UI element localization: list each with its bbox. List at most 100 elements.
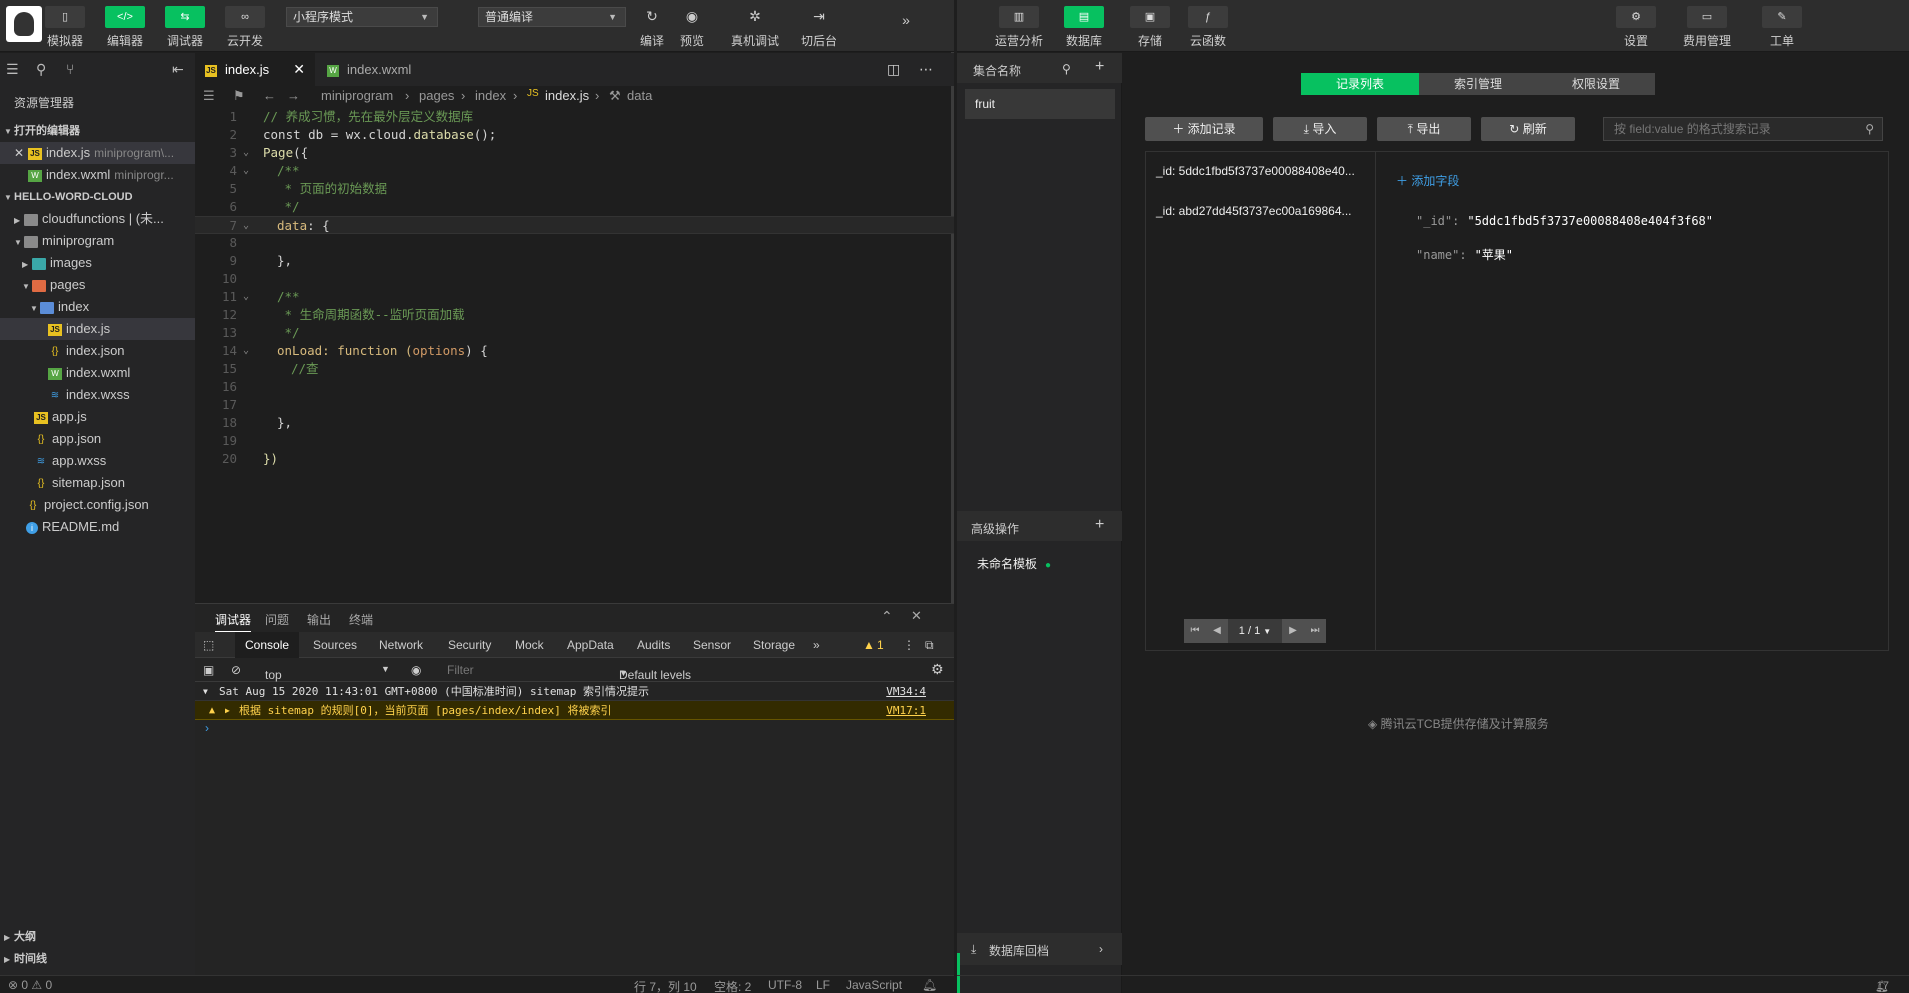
encoding[interactable]: UTF-8 xyxy=(768,978,802,992)
source-control-icon[interactable]: ⑂ xyxy=(66,61,74,77)
outline-section[interactable]: ▶ 大纲 xyxy=(0,926,195,948)
cloud-dev-button[interactable]: ∞ 云开发 xyxy=(220,4,270,48)
devtab-sensor[interactable]: Sensor xyxy=(693,632,731,658)
close-icon[interactable]: ✕ xyxy=(14,142,28,164)
code-editor[interactable]: 1// 养成习惯，先在最外层定义数据库 2 const db = wx.cloud… xyxy=(195,108,954,603)
eye-icon[interactable]: ◉ xyxy=(411,663,421,677)
tickets-button[interactable]: ✎ 工单 xyxy=(1757,4,1807,48)
devtab-security[interactable]: Security xyxy=(448,632,491,658)
problems-count[interactable]: ⊗ 0 ⚠ 0 xyxy=(8,978,52,992)
devtab-console[interactable]: Console xyxy=(235,632,300,658)
next-page-icon[interactable]: ▶ xyxy=(1282,619,1304,643)
tree-item-miniprogram[interactable]: ▼ miniprogram xyxy=(0,230,195,252)
open-editor-item[interactable]: ✕ JS index.js miniprogram\... xyxy=(0,142,195,164)
add-template-icon[interactable]: + xyxy=(1095,516,1104,534)
bell-icon[interactable]: 🔔︎ xyxy=(922,978,937,992)
devtab-audits[interactable]: Audits xyxy=(637,632,670,658)
avatar[interactable] xyxy=(6,6,42,42)
close-icon[interactable]: ✕ xyxy=(293,53,305,86)
back-arrow-icon[interactable]: ← xyxy=(263,88,276,103)
preview-button[interactable]: ◉ 预览 xyxy=(674,4,710,49)
kebab-menu-icon[interactable]: ⋮ xyxy=(903,632,915,658)
search-icon[interactable]: ⚲ xyxy=(1062,62,1071,76)
fold-icon[interactable]: ⌄ xyxy=(243,162,255,180)
devtab-sources[interactable]: Sources xyxy=(313,632,357,658)
more-icon[interactable]: ⋯ xyxy=(919,61,933,78)
settings-button[interactable]: ⚙ 设置 xyxy=(1611,4,1661,48)
fold-icon[interactable]: ⌄ xyxy=(243,144,255,162)
tree-item-project-config[interactable]: {} project.config.json xyxy=(0,494,195,516)
compile-mode-select[interactable]: 普通编译 ▼ xyxy=(478,7,626,27)
more-toolbar-button[interactable]: » xyxy=(894,8,918,32)
source-link[interactable]: VM17:1 xyxy=(886,701,926,720)
inspect-icon[interactable]: ⬚ xyxy=(203,632,214,658)
tree-item-index-folder[interactable]: ▼ index xyxy=(0,296,195,318)
tab-terminal[interactable]: 终端 xyxy=(349,611,373,628)
database-button[interactable]: ▤ 数据库 xyxy=(1059,4,1109,48)
tree-item-cloudfunctions[interactable]: ▶ cloudfunctions | (未... xyxy=(0,208,195,230)
add-field-button[interactable]: ＋ 添加字段 xyxy=(1396,172,1459,189)
open-editors-section[interactable]: ▼ 打开的编辑器 xyxy=(0,120,195,142)
tab-index-wxml[interactable]: Windex.wxml xyxy=(317,53,447,86)
record-item[interactable]: _id: abd27dd45f3737ec00a169864... xyxy=(1156,204,1352,218)
analytics-button[interactable]: ▥ 运营分析 xyxy=(989,4,1049,48)
refresh-button[interactable]: ↻ 刷新 xyxy=(1481,117,1575,141)
export-button[interactable]: ⤒ 导出 xyxy=(1377,117,1471,141)
close-icon[interactable]: ✕ xyxy=(911,608,922,624)
language-mode[interactable]: JavaScript xyxy=(846,978,902,992)
billing-button[interactable]: ▭ 费用管理 xyxy=(1677,4,1737,48)
explorer-icon[interactable]: ☰ xyxy=(6,61,19,78)
breadcrumb-item[interactable]: pages xyxy=(419,88,454,103)
tree-item-app-wxss[interactable]: ≋ app.wxss xyxy=(0,450,195,472)
fold-icon[interactable]: ⌄ xyxy=(243,342,255,360)
tab-problems[interactable]: 问题 xyxy=(265,611,289,628)
clear-console-icon[interactable]: ⊘ xyxy=(231,663,241,677)
fold-icon[interactable]: ⌄ xyxy=(243,288,255,306)
undock-icon[interactable]: ⧉ xyxy=(925,632,934,658)
tree-item-index-wxml[interactable]: Windex.wxml xyxy=(0,362,195,384)
filter-input[interactable]: Filter xyxy=(447,663,474,677)
tab-index-management[interactable]: 索引管理 xyxy=(1419,73,1537,95)
field-row[interactable]: "_id": "5ddc1fbd5f3737e00088408e404f3f68" xyxy=(1416,214,1713,228)
database-rollback-button[interactable]: ⤓ 数据库回档 › xyxy=(957,933,1122,965)
forward-arrow-icon[interactable]: → xyxy=(287,88,300,103)
simulator-button[interactable]: ▯ 模拟器 xyxy=(40,4,90,48)
prev-page-icon[interactable]: ◀ xyxy=(1206,619,1228,643)
devtab-appdata[interactable]: AppData xyxy=(567,632,614,658)
devtab-mock[interactable]: Mock xyxy=(515,632,544,658)
console-log-warning[interactable]: ▲ ▶ 根据 sitemap 的规则[0]，当前页面 [pages/index/… xyxy=(195,701,954,720)
debugger-button[interactable]: ⇆ 调试器 xyxy=(160,4,210,48)
compile-button[interactable]: ↻ 编译 xyxy=(634,4,670,49)
warning-icon[interactable]: ▲ xyxy=(863,632,875,658)
tree-item-images[interactable]: ▶ images xyxy=(0,252,195,274)
chevron-up-icon[interactable]: ⌃ xyxy=(881,608,893,625)
tree-item-index-wxss[interactable]: ≋ index.wxss xyxy=(0,384,195,406)
timeline-section[interactable]: ▶ 时间线 xyxy=(0,948,195,970)
record-search-input[interactable]: 按 field:value 的格式搜索记录 ⚲ xyxy=(1603,117,1883,141)
breadcrumb-item[interactable]: index.js xyxy=(545,88,589,103)
storage-button[interactable]: ▣ 存储 xyxy=(1125,4,1175,48)
double-chevron-right-icon[interactable]: » xyxy=(813,632,820,658)
breadcrumb-item[interactable]: data xyxy=(627,88,652,103)
cloud-functions-button[interactable]: ƒ 云函数 xyxy=(1183,4,1233,48)
tab-index-js[interactable]: JS index.js ✕ xyxy=(195,53,315,86)
breadcrumb-item[interactable]: miniprogram xyxy=(321,88,393,103)
console-prompt-icon[interactable]: › xyxy=(205,721,209,735)
open-editor-item[interactable]: Windex.wxml miniprogr... xyxy=(0,164,195,186)
add-collection-icon[interactable]: + xyxy=(1095,58,1104,76)
tab-debugger[interactable]: 调试器 xyxy=(215,611,252,632)
line-ending[interactable]: LF xyxy=(816,978,830,992)
tree-item-readme[interactable]: i README.md xyxy=(0,516,195,538)
field-row[interactable]: "name": "苹果" xyxy=(1416,246,1513,263)
tab-record-list[interactable]: 记录列表 xyxy=(1301,73,1419,95)
project-section[interactable]: ▼ HELLO-WORD-CLOUD xyxy=(0,186,195,208)
tab-output[interactable]: 输出 xyxy=(307,611,331,628)
search-icon[interactable]: ⚲ xyxy=(1865,118,1874,140)
last-page-icon[interactable]: ⏭ xyxy=(1304,619,1326,643)
page-indicator[interactable]: 1 / 1 ▼ xyxy=(1228,619,1282,643)
tree-item-pages[interactable]: ▼ pages xyxy=(0,274,195,296)
fold-icon[interactable]: ⌄ xyxy=(243,217,255,235)
mode-select[interactable]: 小程序模式 ▼ xyxy=(286,7,438,27)
devtab-storage[interactable]: Storage xyxy=(753,632,795,658)
tree-item-app-json[interactable]: {} app.json xyxy=(0,428,195,450)
